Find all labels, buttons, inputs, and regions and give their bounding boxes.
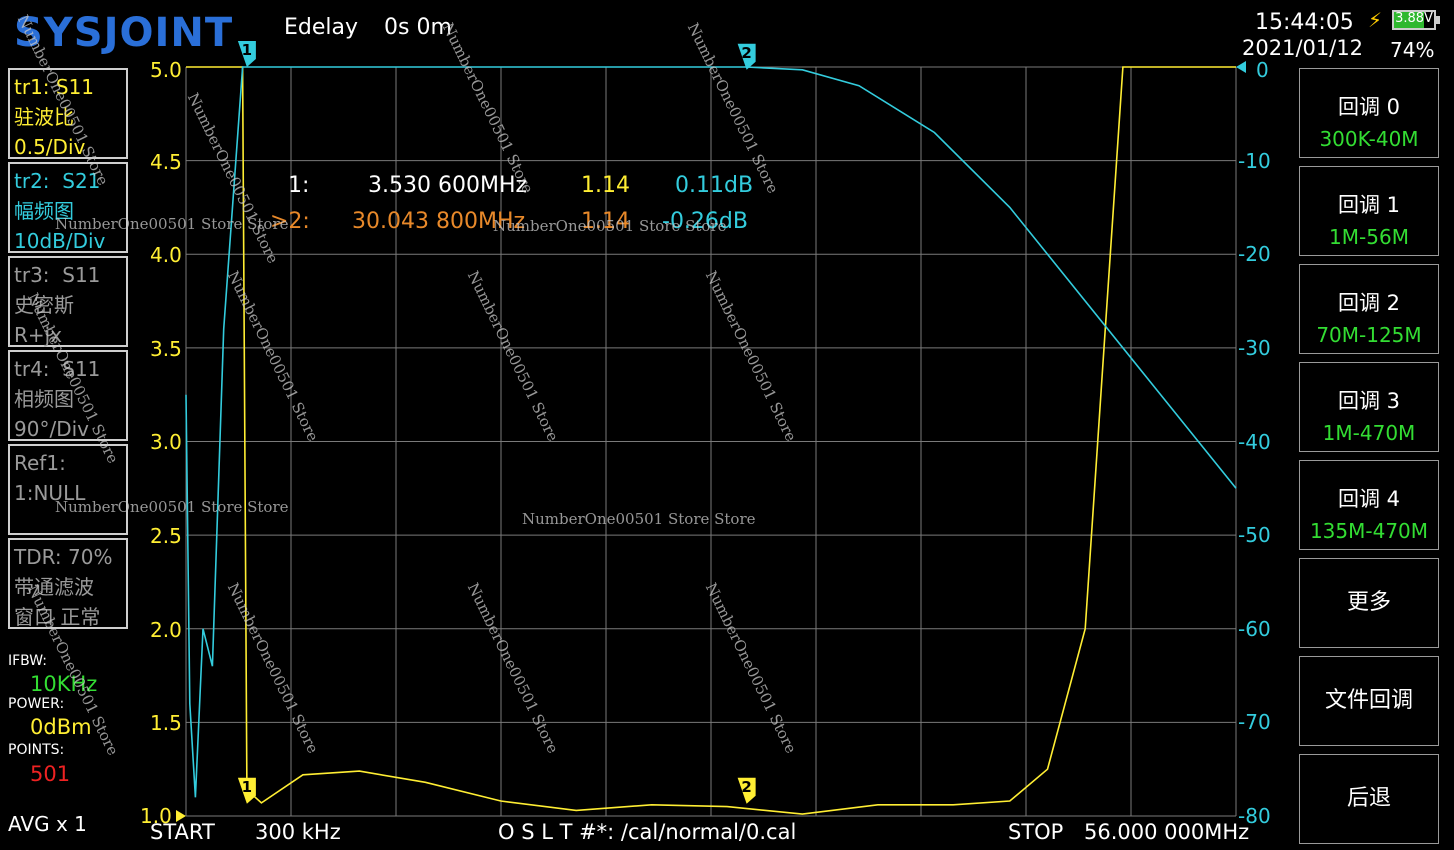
recall-4-title: 回调 4	[1337, 487, 1401, 511]
recall-3-title: 回调 3	[1337, 389, 1401, 413]
cal-file: O S L T #*: /cal/normal/0.cal	[498, 820, 797, 844]
recall-4-button[interactable]: 回调 4 135M-470M	[1299, 460, 1439, 550]
start-label: START	[150, 820, 215, 844]
watermark-text: NumberOne00501 Store Store	[55, 498, 289, 516]
marker-1-vswr: 1.14	[581, 173, 630, 198]
stop-label: STOP	[1008, 820, 1064, 844]
recall-1-title: 回调 1	[1337, 193, 1401, 217]
recall-2-button[interactable]: 回调 2 70M-125M	[1299, 264, 1439, 354]
marker-1-prefix: 1:	[288, 173, 310, 198]
right-ref-arrow	[1236, 61, 1246, 73]
marker-flag-label: 2	[741, 44, 751, 62]
watermark-text: NumberOne00501 Store Store	[522, 510, 756, 528]
marker-1-db: 0.11dB	[675, 173, 754, 198]
recall-1-sub: 1M-56M	[1329, 225, 1409, 249]
marker-flag-1: 1	[237, 777, 256, 804]
marker-flag-1: 1	[237, 41, 256, 67]
file-recall-button[interactable]: 文件回调	[1299, 656, 1439, 746]
marker-flag-2: 2	[737, 777, 756, 804]
marker-1-freq: 3.530 600MHz	[368, 173, 528, 198]
start-value[interactable]: 300 kHz	[255, 820, 341, 844]
recall-0-button[interactable]: 回调 0 300K-40M	[1299, 68, 1439, 158]
recall-0-title: 回调 0	[1337, 95, 1401, 119]
file-recall-label: 文件回调	[1324, 688, 1413, 713]
watermark-text: NumberOne00501 Store Store	[493, 217, 727, 235]
marker-flag-label: 1	[242, 778, 252, 796]
marker-flag-2: 2	[737, 43, 756, 70]
more-button[interactable]: 更多	[1299, 558, 1439, 648]
recall-4-sub: 135M-470M	[1309, 519, 1429, 543]
recall-3-sub: 1M-470M	[1322, 421, 1416, 445]
recall-2-title: 回调 2	[1337, 291, 1401, 315]
recall-0-sub: 300K-40M	[1319, 127, 1419, 151]
back-label: 后退	[1346, 786, 1391, 811]
marker-flag-label: 2	[741, 778, 751, 796]
back-button[interactable]: 后退	[1299, 754, 1439, 844]
marker-flag-label: 1	[242, 41, 252, 59]
recall-1-button[interactable]: 回调 1 1M-56M	[1299, 166, 1439, 256]
recall-2-sub: 70M-125M	[1316, 323, 1422, 347]
stop-value[interactable]: 56.000 000MHz	[1084, 820, 1249, 844]
more-label: 更多	[1346, 590, 1391, 615]
recall-3-button[interactable]: 回调 3 1M-470M	[1299, 362, 1439, 452]
